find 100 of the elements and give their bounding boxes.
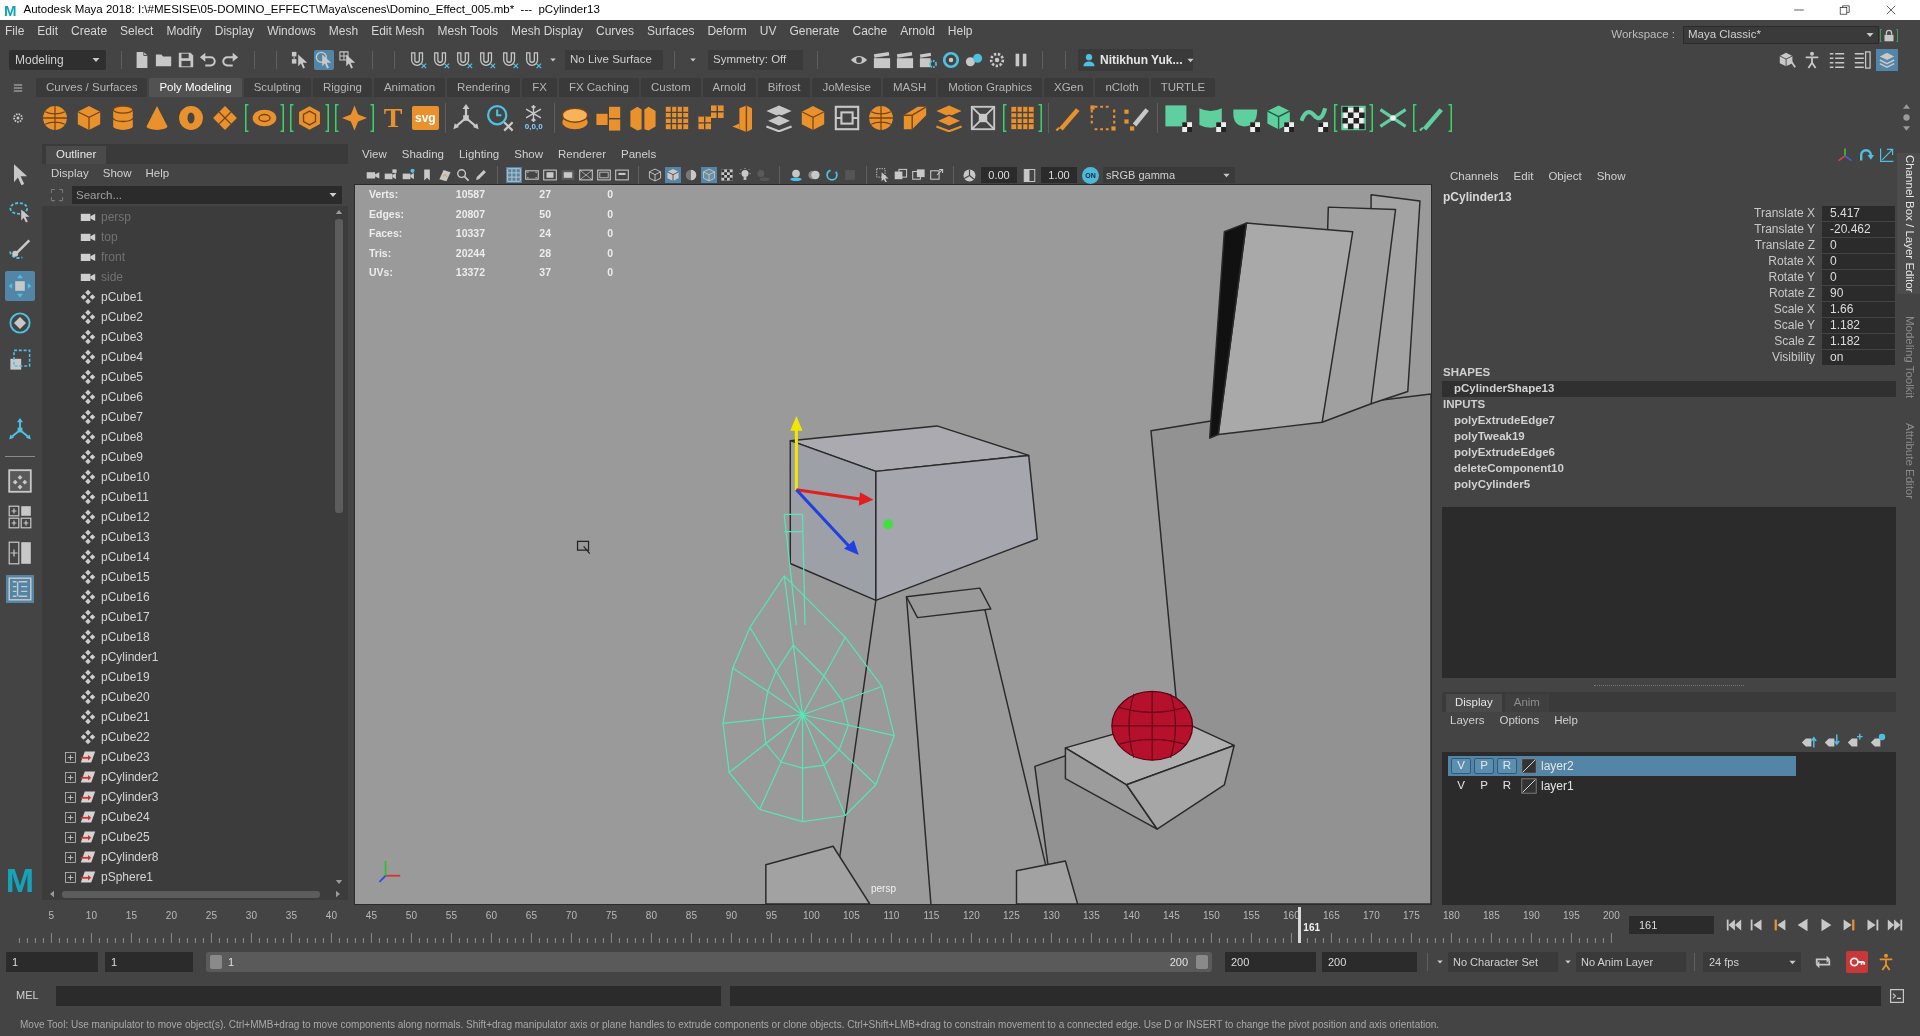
menu-item[interactable]: Show <box>1596 168 1626 186</box>
gate-icon[interactable] <box>542 167 558 183</box>
menu-item[interactable]: Surfaces <box>647 22 695 40</box>
outliner-item[interactable]: pCube25 <box>101 828 150 846</box>
clock-icon[interactable] <box>485 103 514 132</box>
menu-set-dropdown[interactable]: Modeling <box>9 50 106 70</box>
clapper-icon[interactable] <box>873 51 891 69</box>
menu-item[interactable]: Display <box>51 165 89 183</box>
layer-row[interactable]: V P R layer1 <box>1448 776 1796 796</box>
figure-icon[interactable] <box>1877 953 1895 971</box>
star-icon[interactable] <box>335 103 374 132</box>
tag-arrow-down-icon[interactable] <box>1824 733 1840 749</box>
gamma-field[interactable]: 1.00 <box>1041 167 1077 183</box>
checker-icon[interactable] <box>1333 103 1373 132</box>
outliner-item[interactable]: pCube3 <box>101 328 144 346</box>
pointer-grid-icon[interactable] <box>338 50 358 70</box>
magnet-icon[interactable] <box>501 51 519 69</box>
channel-value-field[interactable]: 90 <box>1822 285 1895 301</box>
outliner-item[interactable]: pCube19 <box>101 668 150 686</box>
swatch-icon[interactable] <box>1521 758 1537 774</box>
shelf-tab[interactable]: Rigging <box>312 78 372 97</box>
anim-layer-dropdown[interactable]: No Anim Layer <box>1576 952 1686 972</box>
two-view-icon[interactable] <box>6 539 34 567</box>
outliner-item[interactable]: pCube1 <box>101 288 144 306</box>
playback-start-field[interactable]: 1 <box>105 952 193 972</box>
channel-value-field[interactable]: on <box>1822 349 1895 365</box>
pen-icon[interactable] <box>1412 103 1452 132</box>
arrow-down-icon[interactable] <box>1902 124 1911 133</box>
magnet-icon[interactable] <box>455 51 473 69</box>
menu-item[interactable]: Display <box>214 22 255 40</box>
outliner-item[interactable]: pSphere1 <box>101 868 154 886</box>
expand-icon[interactable] <box>65 831 76 843</box>
script-editor-icon[interactable] <box>1889 987 1905 1004</box>
outliner-item[interactable]: pCube5 <box>101 368 144 386</box>
menu-item[interactable]: Options <box>1499 712 1540 730</box>
safe-title-frame-icon[interactable] <box>614 167 630 183</box>
image-plane-icon[interactable] <box>437 167 453 183</box>
outliner-item[interactable]: pCylinder3 <box>101 788 159 806</box>
stacked-planes-icon[interactable] <box>934 103 963 132</box>
menu-item[interactable]: Help <box>145 165 170 183</box>
view-transform-dropdown[interactable]: sRGB gamma <box>1103 167 1235 183</box>
arrow-down-icon[interactable] <box>335 878 343 886</box>
save-icon[interactable] <box>177 51 195 69</box>
command-field[interactable] <box>55 985 721 1006</box>
torus-icon[interactable] <box>177 103 205 132</box>
arrow-up-icon[interactable] <box>335 208 343 216</box>
expand-icon[interactable] <box>65 871 76 883</box>
outliner-item[interactable]: pCube14 <box>101 548 150 566</box>
outliner-item[interactable]: pCube15 <box>101 568 150 586</box>
menu-item[interactable]: Mesh Tools <box>437 22 498 40</box>
outliner-item[interactable]: pCube24 <box>101 808 150 826</box>
magnet-icon[interactable] <box>432 51 450 69</box>
menu-item[interactable]: Show <box>102 165 132 183</box>
menu-item[interactable]: Edit <box>1513 168 1534 186</box>
menu-item[interactable]: Layers <box>1450 712 1485 730</box>
stacked-planes-icon[interactable] <box>764 103 793 132</box>
half-circle-icon[interactable] <box>683 167 699 183</box>
playback-end-field[interactable]: 200 <box>1225 952 1316 972</box>
shelf-tab[interactable]: Motion Graphics <box>938 78 1042 97</box>
outliner-item[interactable]: pCube10 <box>101 468 150 486</box>
shelf-tab[interactable]: TURTLE <box>1150 78 1216 97</box>
isolate-icon[interactable] <box>875 167 891 183</box>
menu-item[interactable]: Deform <box>707 22 747 40</box>
curved-arrow-icon[interactable] <box>1858 147 1874 163</box>
outliner-item[interactable]: pCube6 <box>101 388 144 406</box>
gate-mask-icon[interactable] <box>560 167 576 183</box>
outliner-item[interactable]: pCube17 <box>101 608 150 626</box>
bulb-icon[interactable] <box>737 167 753 183</box>
disc-icon[interactable] <box>245 103 284 132</box>
user-icon[interactable] <box>1082 53 1096 67</box>
outliner-item[interactable]: pCube18 <box>101 628 150 646</box>
menu-item[interactable]: UV <box>759 22 777 40</box>
outliner-item[interactable]: pCube7 <box>101 408 144 426</box>
frame-x-icon[interactable] <box>968 103 997 132</box>
menu-item[interactable]: Channels <box>1450 168 1499 186</box>
film-gate-icon[interactable] <box>524 167 540 183</box>
shelf-tab[interactable]: Bifrost <box>757 78 811 97</box>
current-frame-field[interactable]: 161 <box>1629 916 1714 934</box>
magnet-icon[interactable] <box>478 51 496 69</box>
outliner-item[interactable]: pCube12 <box>101 508 150 526</box>
menu-item[interactable]: File <box>5 22 25 40</box>
diagonal-arrow-icon[interactable] <box>1879 147 1895 163</box>
caret-icon[interactable] <box>1564 958 1572 966</box>
ring-icon[interactable] <box>824 167 840 183</box>
clapper-icon[interactable] <box>896 51 914 69</box>
channel-value-field[interactable]: 1.182 <box>1822 333 1895 349</box>
character-set-dropdown[interactable]: No Character Set <box>1448 952 1558 972</box>
pencil-icon[interactable] <box>473 167 489 183</box>
expand-icon[interactable] <box>65 811 76 823</box>
grid-icon[interactable] <box>1002 103 1042 132</box>
menu-item[interactable]: Modify <box>166 22 202 40</box>
menu-item[interactable]: Show <box>514 146 543 164</box>
checker-icon[interactable] <box>719 167 735 183</box>
cube-checker-icon[interactable] <box>1265 103 1294 132</box>
outliner-item[interactable]: pCylinder2 <box>101 768 159 786</box>
menu-item[interactable]: Help <box>947 22 973 40</box>
dotted-frame-icon[interactable] <box>1088 103 1117 132</box>
expand-icon[interactable] <box>65 771 76 783</box>
exposure-field[interactable]: 0.00 <box>981 167 1017 183</box>
playhead[interactable] <box>1297 907 1301 943</box>
